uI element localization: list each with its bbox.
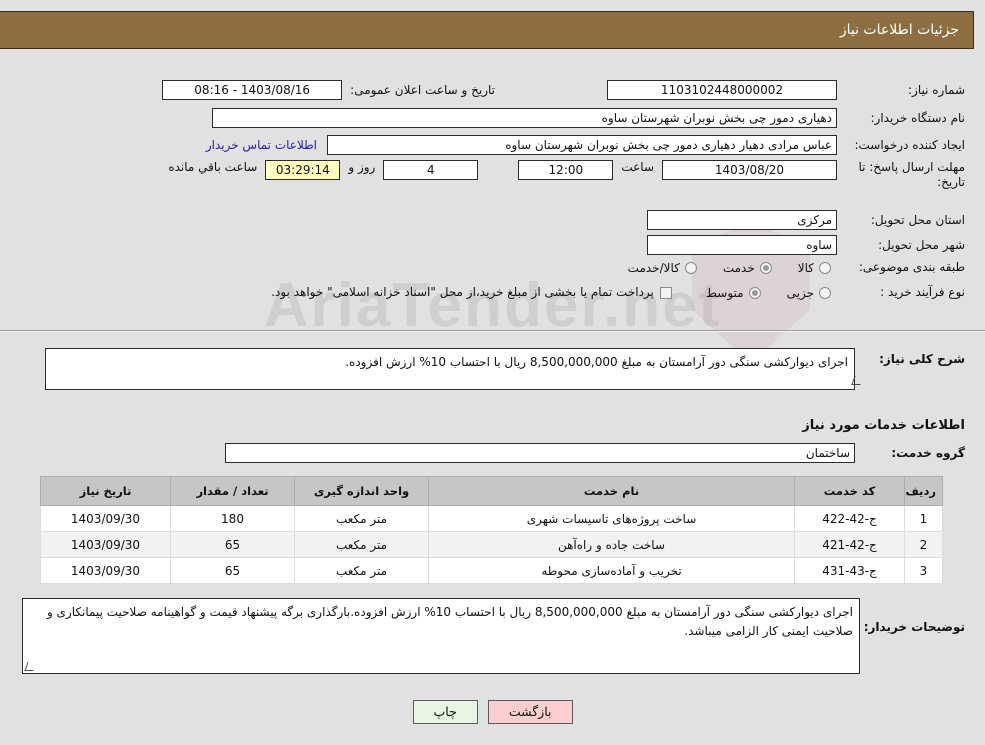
buyer-contact-link[interactable]: اطلاعات تماس خریدار [206,138,317,152]
cell-radif: 3 [904,557,943,584]
buyer-notes-section: توضیحات خریدار: اجرای دیوارکشی سنگی دور … [22,598,965,674]
cell-unit: متر مکعب [294,557,429,584]
cell-quantity: 65 [170,557,295,584]
announce-datetime-label: تاریخ و ساعت اعلان عمومی: [350,82,495,97]
buyer-org-label: نام دستگاه خریدار: [870,110,966,125]
treasury-note-text: پرداخت تمام یا بخشی از مبلغ خرید،از محل … [271,285,654,299]
cell-service-code: ج-43-431 [794,557,905,584]
category-row: طبقه بندی موضوعی: کالا خدمت کالا/خدمت [628,260,965,275]
table-row: 3 ج-43-431 تخریب و آماده‌سازی محوطه متر … [40,557,943,584]
buyer-notes-textarea[interactable]: اجرای دیوارکشی سنگی دور آرامستان به مبلغ… [22,598,860,674]
page-title: جزئیات اطلاعات نیاز [839,22,959,38]
buyer-org-value: دهیاری دمور چی بخش نوبران شهرستان ساوه [212,108,837,128]
remaining-countdown-value: 03:29:14 [265,160,341,180]
category-option-kala-khedmat-label: کالا/خدمت [627,260,680,275]
process-option-motavaset-label: متوسط [705,285,744,300]
remaining-days-value: 4 [383,160,479,180]
cell-radif: 2 [904,531,943,558]
cell-service-name: ساخت جاده و راه‌آهن [428,531,795,558]
category-option-khedmat-label: خدمت [722,260,755,275]
process-option-jozii[interactable]: جزیی [787,286,831,300]
remaining-days-label: روز و [348,160,376,174]
col-service-code: کد خدمت [794,476,905,506]
cell-need-date: 1403/09/30 [40,531,171,558]
treasury-bond-option[interactable]: پرداخت تمام یا بخشی از مبلغ خرید،از محل … [271,285,672,300]
col-radif: ردیف [904,476,943,506]
page-header: جزئیات اطلاعات نیاز [0,11,974,49]
col-need-date: تاریخ نیاز [40,476,171,506]
cell-need-date: 1403/09/30 [40,505,171,532]
need-number-row: شماره نیاز: 1103102448000002 [607,80,965,100]
back-button[interactable]: بازگشت [487,700,573,724]
requester-row: ایجاد کننده درخواست: عباس مرادی دهیار ده… [206,135,965,155]
cell-unit: متر مکعب [294,531,429,558]
col-quantity: تعداد / مقدار [170,476,295,506]
cell-service-code: ج-42-422 [794,505,905,532]
cell-service-name: تخریب و آماده‌سازی محوطه [428,557,795,584]
col-service-name: نام خدمت [428,476,795,506]
treasury-checkbox-icon[interactable] [659,286,672,299]
resize-grip-buyer-notes[interactable] [25,662,35,672]
need-number-label: شماره نیاز: [908,82,965,97]
radio-kala-khedmat-icon[interactable] [684,261,697,274]
resize-grip-need-summary[interactable] [853,376,862,385]
buyer-notes-text: اجرای دیوارکشی سنگی دور آرامستان به مبلغ… [46,605,853,638]
table-row: 2 ج-42-421 ساخت جاده و راه‌آهن متر مکعب … [40,531,943,558]
cell-service-name: ساخت پروژه‌های تاسیسات شهری [428,505,795,532]
footer-button-bar: بازگشت چاپ [0,700,985,724]
need-summary-label: شرح کلی نیاز: [879,352,965,366]
category-option-khedmat[interactable]: خدمت [723,261,772,275]
process-type-row: نوع فرآیند خرید : جزیی متوسط پرداخت تمام… [271,285,965,300]
need-info-form: شماره نیاز: 1103102448000002 تاریخ و ساع… [0,60,985,320]
radio-kala-icon[interactable] [819,261,831,274]
cell-radif: 1 [904,505,943,532]
city-label: شهر محل تحویل: [878,237,965,252]
buyer-org-row: نام دستگاه خریدار: دهیاری دمور چی بخش نو… [212,108,965,128]
cell-quantity: 180 [170,505,295,532]
service-group-value: ساختمان [225,443,855,463]
announce-datetime-row: تاریخ و ساعت اعلان عمومی: 1403/08/16 - 0… [162,80,495,100]
deadline-label: مهلت ارسال پاسخ: تا تاریخ: [858,160,965,189]
deadline-row: مهلت ارسال پاسخ: تا تاریخ: 1403/08/20 سا… [168,160,965,190]
radio-khedmat-icon[interactable] [759,261,772,274]
need-summary-section: شرح کلی نیاز: اجرای دیوارکشی سنگی دور آر… [20,348,965,390]
radio-jozii-icon[interactable] [819,286,831,299]
deadline-date-value: 1403/08/20 [662,160,837,180]
category-option-kala[interactable]: کالا [798,261,831,275]
category-option-kala-khedmat[interactable]: کالا/خدمت [628,261,697,275]
buyer-notes-label: توضیحات خریدار: [863,620,965,634]
service-items-table: ردیف کد خدمت نام خدمت واحد اندازه گیری ت… [40,476,943,584]
process-option-motavaset[interactable]: متوسط [706,286,761,300]
table-header-row: ردیف کد خدمت نام خدمت واحد اندازه گیری ت… [40,476,943,506]
radio-motavaset-icon[interactable] [748,286,761,299]
print-button[interactable]: چاپ [412,700,478,724]
need-summary-textarea[interactable]: اجرای دیوارکشی سنگی دور آرامستان به مبلغ… [45,348,855,390]
category-label: طبقه بندی موضوعی: [858,260,965,274]
requester-value: عباس مرادی دهیار دهیاری دمور چی بخش نوبر… [327,135,837,155]
category-option-kala-label: کالا [797,260,814,275]
cell-quantity: 65 [170,531,295,558]
section-divider-top [0,330,985,332]
table-row: 1 ج-42-422 ساخت پروژه‌های تاسیسات شهری م… [40,505,943,532]
cell-unit: متر مکعب [294,505,429,532]
col-unit: واحد اندازه گیری [294,476,429,506]
services-section-heading: اطلاعات خدمات مورد نیاز [802,418,965,433]
announce-datetime-value: 1403/08/16 - 08:16 [162,80,343,100]
province-value: مرکزی [647,210,837,230]
remaining-time-label: ساعت باقي مانده [168,160,258,174]
province-row: استان محل تحویل: مرکزی [647,210,965,230]
service-group-label: گروه خدمت: [891,445,965,460]
city-row: شهر محل تحویل: ساوه [647,235,965,255]
city-value: ساوه [647,235,837,255]
requester-label: ایجاد کننده درخواست: [854,137,965,152]
deadline-hour-label: ساعت [621,160,654,174]
deadline-hour-value: 12:00 [518,160,614,180]
process-type-label: نوع فرآیند خرید : [880,285,965,299]
service-group-row: گروه خدمت: ساختمان [225,443,965,463]
need-number-value: 1103102448000002 [607,80,837,100]
cell-need-date: 1403/09/30 [40,557,171,584]
process-option-jozii-label: جزیی [786,285,814,300]
province-label: استان محل تحویل: [870,212,965,227]
cell-service-code: ج-42-421 [794,531,905,558]
